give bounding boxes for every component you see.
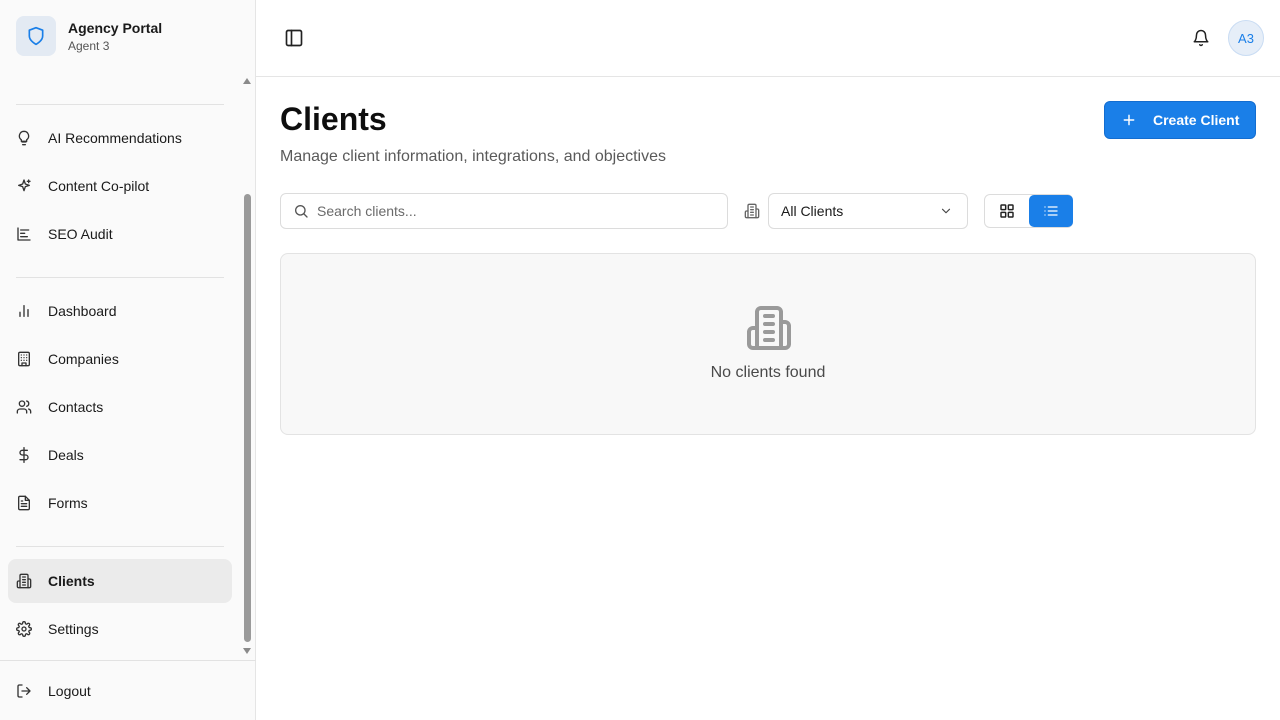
sidebar-item-contacts[interactable]: Contacts [8, 385, 232, 429]
sparkles-icon [16, 178, 32, 194]
sidebar-item-label: Content Co-pilot [48, 178, 150, 194]
users-icon [16, 399, 32, 415]
sidebar-item-label: AI Recommendations [48, 130, 182, 146]
list-icon [1043, 203, 1059, 219]
sidebar-item-label: Settings [48, 621, 99, 637]
sidebar-item-label: Dashboard [48, 303, 117, 319]
sidebar-footer: Logout [0, 660, 256, 720]
shield-icon [16, 16, 56, 56]
brand: Agency Portal Agent 3 [16, 16, 162, 56]
plus-icon [1121, 112, 1137, 128]
client-filter-select[interactable]: All Clients [768, 193, 968, 229]
avatar[interactable]: A3 [1228, 20, 1264, 56]
sidebar-scrollbar[interactable] [240, 76, 256, 660]
empty-state-text: No clients found [710, 364, 826, 381]
sidebar-item-label: Clients [48, 573, 95, 589]
scroll-thumb[interactable] [244, 194, 251, 642]
sidebar-item-content-co-pilot[interactable]: Content Co-pilot [8, 164, 232, 208]
brand-title: Agency Portal [68, 20, 163, 36]
dollar-icon [16, 447, 32, 463]
brand-subtitle: Agent 3 [68, 39, 110, 53]
scroll-down-arrow-icon[interactable] [243, 648, 251, 654]
scroll-up-arrow-icon[interactable] [243, 78, 251, 84]
search-box[interactable] [280, 193, 728, 229]
logout-button[interactable]: Logout [8, 669, 232, 713]
sidebar: Agency Portal Agent 3 AI Recommendations… [0, 0, 256, 720]
sidebar-toggle-icon[interactable] [284, 28, 304, 48]
search-input[interactable] [317, 203, 697, 219]
gear-icon [16, 621, 32, 637]
logout-icon [16, 683, 32, 699]
chevron-down-icon [939, 204, 953, 218]
lightbulb-icon [16, 130, 32, 146]
view-toggle [984, 194, 1073, 228]
building-icon [16, 573, 32, 589]
grid-view-button[interactable] [985, 195, 1029, 227]
logout-label: Logout [48, 683, 91, 699]
page-subtitle: Manage client information, integrations,… [280, 148, 666, 165]
building-filter-icon [744, 203, 760, 219]
chart-line-icon [16, 226, 32, 242]
sidebar-item-label: Forms [48, 495, 88, 511]
sidebar-item-companies[interactable]: Companies [8, 337, 232, 381]
sidebar-item-label: Deals [48, 447, 84, 463]
bar-chart-icon [16, 303, 32, 319]
top-header: A3 [256, 0, 1280, 77]
sidebar-item-deals[interactable]: Deals [8, 433, 232, 477]
building-icon [16, 351, 32, 367]
sidebar-nav: AI Recommendations Content Co-pilot SEO … [0, 76, 256, 660]
sidebar-item-label: Companies [48, 351, 119, 367]
sidebar-item-settings[interactable]: Settings [8, 607, 232, 651]
search-icon [293, 203, 309, 219]
page-title: Clients [280, 101, 387, 137]
sidebar-item-forms[interactable]: Forms [8, 481, 232, 525]
sidebar-item-label: SEO Audit [48, 226, 113, 242]
sidebar-item-dashboard[interactable]: Dashboard [8, 289, 232, 333]
nav-divider [16, 546, 224, 547]
grid-icon [999, 203, 1015, 219]
nav-divider [16, 277, 224, 278]
bell-icon[interactable] [1192, 29, 1212, 49]
file-text-icon [16, 495, 32, 511]
list-view-button[interactable] [1029, 195, 1073, 227]
create-client-button[interactable]: Create Client [1104, 101, 1256, 139]
building-icon [745, 304, 793, 352]
sidebar-item-label: Contacts [48, 399, 104, 415]
sidebar-item-ai-recommendations[interactable]: AI Recommendations [8, 116, 232, 160]
client-filter-value: All Clients [781, 203, 844, 219]
empty-state: No clients found [280, 253, 1256, 435]
nav-divider [16, 104, 224, 105]
sidebar-item-clients[interactable]: Clients [8, 559, 232, 603]
create-client-label: Create Client [1153, 112, 1240, 128]
sidebar-item-seo-audit[interactable]: SEO Audit [8, 212, 232, 256]
